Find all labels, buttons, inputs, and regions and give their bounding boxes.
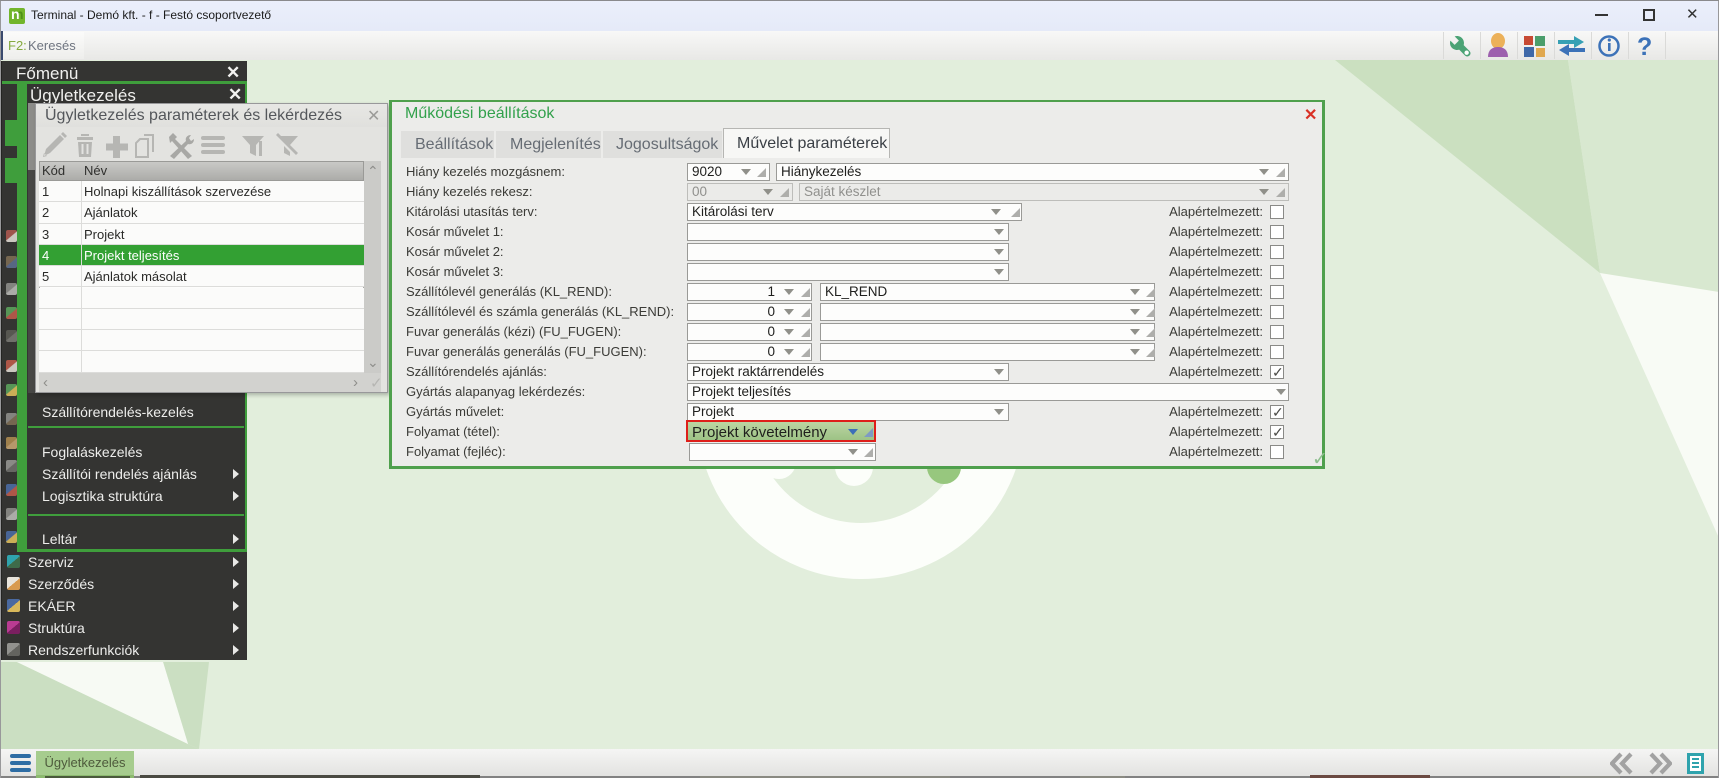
svg-text:?: ?	[1637, 33, 1652, 60]
